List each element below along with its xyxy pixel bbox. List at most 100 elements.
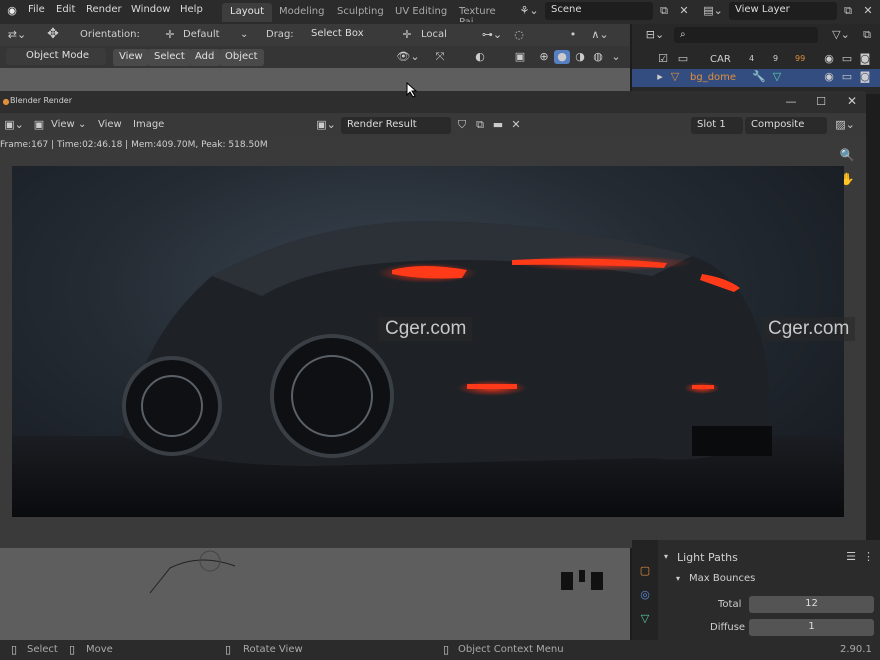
outliner-search-input[interactable]: ⌕: [674, 27, 818, 43]
visibility-icon[interactable]: 👁⌄: [396, 50, 420, 64]
transform-tool-icon[interactable]: ⇄⌄: [6, 28, 28, 42]
scene-icon[interactable]: ⚘⌄: [516, 4, 542, 18]
physics-properties-icon[interactable]: ◎: [638, 588, 652, 602]
monitor-icon[interactable]: ▭: [840, 52, 854, 66]
eye-icon[interactable]: ◉: [822, 70, 836, 84]
display-mode-icon[interactable]: ⊟⌄: [642, 28, 668, 42]
menu-select[interactable]: Select: [148, 49, 191, 66]
gizmo-icon[interactable]: ⤧: [432, 50, 448, 64]
editor-type-icon[interactable]: ▣⌄: [2, 118, 26, 132]
snap-icon[interactable]: ⊶⌄: [480, 28, 504, 42]
wrench-icon: 🔧: [752, 70, 766, 83]
mesh-count-badge: 4: [749, 54, 755, 63]
tab-texture-paint[interactable]: Texture Pai: [451, 3, 509, 22]
mouse-middle-icon: ▯: [68, 643, 76, 656]
object-properties-icon[interactable]: ▢: [638, 564, 652, 578]
close-icon[interactable]: ✕: [861, 4, 875, 18]
menu-render[interactable]: Render: [86, 4, 122, 15]
snap-toggle-icon[interactable]: ◌: [512, 28, 526, 42]
slot-dropdown[interactable]: Slot 1: [691, 117, 743, 134]
pivot-dropdown[interactable]: Local: [421, 29, 447, 40]
wireframe-shading-icon[interactable]: ⊕: [536, 50, 552, 64]
close-icon[interactable]: ✕: [845, 94, 859, 108]
camera-icon[interactable]: ◙: [858, 52, 872, 66]
overlay-icon[interactable]: ◐: [472, 50, 488, 64]
outliner-row-car[interactable]: ☑ ▭ CAR 4 9 99 ◉ ▭ ◙: [632, 51, 880, 69]
pivot-icon[interactable]: ✛: [400, 28, 414, 42]
collapse-arrow-icon[interactable]: ▾: [676, 574, 680, 583]
presets-icon[interactable]: ☰: [844, 550, 858, 564]
view-mode-icon[interactable]: ▣: [32, 118, 46, 132]
tab-modeling[interactable]: Modeling: [271, 3, 333, 22]
total-bounces-field[interactable]: 12: [749, 596, 874, 613]
panel-title-light-paths[interactable]: Light Paths: [677, 551, 738, 564]
image-name-field[interactable]: Render Result: [341, 117, 451, 134]
expand-arrow-icon[interactable]: ▸: [654, 70, 666, 84]
shading-options-icon[interactable]: ⌄: [608, 50, 624, 64]
outliner-row-bg-dome[interactable]: ▸ ▽ bg_dome 🔧 ▽ ◉ ▭ ◙: [632, 69, 880, 87]
move-icon[interactable]: ✥: [42, 27, 64, 41]
checkbox-icon[interactable]: ☑: [656, 52, 670, 66]
menu-object[interactable]: Object: [219, 49, 264, 66]
tab-layout[interactable]: Layout: [222, 3, 272, 22]
watermark: Cger.com: [379, 317, 473, 341]
close-icon[interactable]: ✕: [677, 4, 691, 18]
blender-logo-icon[interactable]: ◉: [4, 4, 20, 18]
render-window-titlebar: ● Blender Render — ☐ ✕: [0, 91, 866, 113]
monitor-icon[interactable]: ▭: [840, 70, 854, 84]
collapse-arrow-icon[interactable]: ▾: [664, 552, 668, 561]
mesh-data-icon[interactable]: ▽: [638, 612, 652, 626]
new-collection-icon[interactable]: ⧉: [860, 28, 874, 42]
collection-icon: ▭: [677, 52, 689, 65]
mode-dropdown[interactable]: Object Mode: [6, 48, 106, 65]
close-icon[interactable]: ✕: [509, 118, 523, 132]
pass-dropdown[interactable]: Composite: [745, 117, 827, 134]
menu-view[interactable]: View: [113, 49, 149, 66]
modifier-count-badge: 9: [773, 54, 779, 63]
tab-uv-editing[interactable]: UV Editing: [387, 3, 455, 22]
view-layer-field[interactable]: View Layer: [729, 2, 837, 20]
proportional-edit-icon[interactable]: •: [566, 28, 580, 42]
fake-user-shield-icon[interactable]: ⛉: [455, 118, 469, 132]
eye-icon[interactable]: ◉: [822, 52, 836, 66]
menu-file[interactable]: File: [28, 4, 45, 15]
minimize-icon[interactable]: —: [784, 95, 798, 109]
diffuse-bounces-field[interactable]: 1: [749, 619, 874, 636]
menu-window[interactable]: Window: [131, 4, 170, 15]
maximize-icon[interactable]: ☐: [814, 95, 828, 109]
menu-edit[interactable]: Edit: [56, 4, 75, 15]
display-channels-icon[interactable]: ▨⌄: [834, 118, 856, 132]
top-menubar: ◉ File Edit Render Window Help Layout Mo…: [0, 0, 880, 24]
rendered-shading-icon[interactable]: ◍: [590, 50, 606, 64]
outliner: ⊟⌄ ⌕ ▽⌄ ⧉ ☑ ▭ CAR 4 9 99 ◉ ▭ ◙ ▸ ▽ bg_do…: [632, 24, 880, 94]
solid-shading-icon[interactable]: ●: [554, 50, 570, 64]
menu-add[interactable]: Add: [189, 49, 221, 66]
open-folder-icon[interactable]: ▬: [491, 118, 505, 132]
view-mode-dropdown[interactable]: View: [51, 119, 75, 130]
render-stats: Frame:167 | Time:02:46.18 | Mem:409.70M,…: [0, 140, 268, 150]
chevron-down-icon: ⌄: [240, 29, 249, 40]
status-move: Move: [86, 644, 113, 655]
camera-icon[interactable]: ◙: [858, 70, 872, 84]
menu-view[interactable]: View: [98, 119, 122, 130]
menu-image[interactable]: Image: [133, 119, 164, 130]
falloff-icon[interactable]: ∧⌄: [590, 28, 610, 42]
object-count-badge: 99: [795, 54, 806, 63]
menu-help[interactable]: Help: [180, 4, 203, 15]
mesh-data-icon: ▽: [772, 70, 782, 83]
image-browse-icon[interactable]: ▣⌄: [314, 118, 338, 132]
tab-sculpting[interactable]: Sculpting: [329, 3, 392, 22]
scene-field[interactable]: Scene: [545, 2, 653, 20]
drag-dropdown[interactable]: Select Box: [305, 26, 385, 44]
drag-handle-icon[interactable]: ⋮: [863, 550, 874, 564]
new-image-icon[interactable]: ⧉: [473, 118, 487, 132]
subpanel-title[interactable]: Max Bounces: [689, 573, 755, 584]
new-scene-icon[interactable]: ⧉: [657, 4, 671, 18]
material-shading-icon[interactable]: ◑: [572, 50, 588, 64]
new-layer-icon[interactable]: ⧉: [841, 4, 855, 18]
viewport-header: Object Mode View Select Add Object 👁⌄ ⤧ …: [0, 46, 630, 68]
xray-icon[interactable]: ▣: [512, 50, 528, 64]
view-layer-icon[interactable]: ▤⌄: [700, 4, 726, 18]
zoom-icon[interactable]: 🔍: [839, 148, 855, 162]
filter-icon[interactable]: ▽⌄: [830, 28, 852, 42]
